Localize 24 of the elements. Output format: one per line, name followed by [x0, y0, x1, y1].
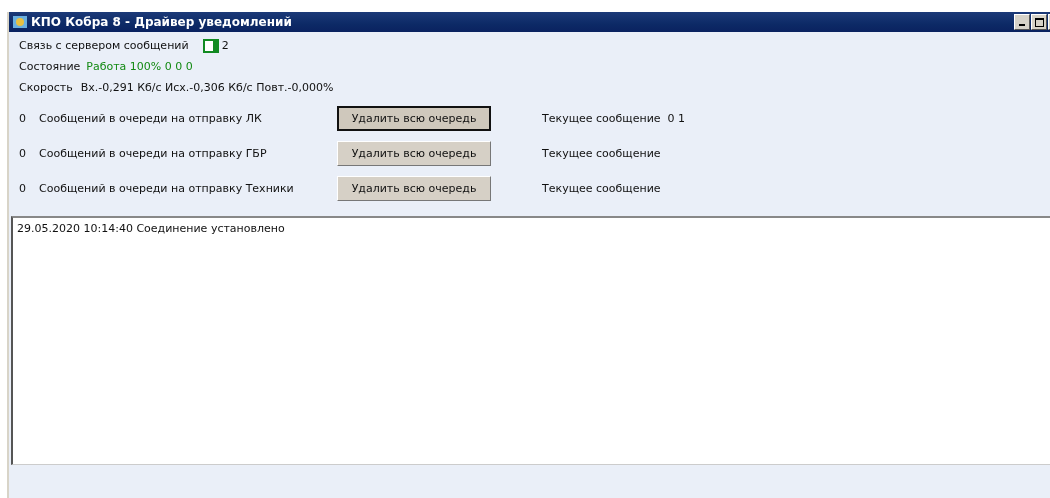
maximize-icon: [1034, 17, 1044, 27]
queue-label: Сообщений в очереди на отправку ЛК: [39, 112, 263, 125]
minimize-button[interactable]: [1014, 14, 1030, 30]
log-line: 29.05.2020 10:14:40 Соединение установлено: [17, 222, 286, 235]
speed-label: Скорость: [19, 81, 73, 94]
window-title: КПО Кобра 8 - Драйвер уведомлений: [31, 15, 293, 29]
state-value: Работа 100% 0 0 0: [86, 60, 193, 73]
clear-queue-button[interactable]: Удалить всю очередь: [337, 106, 491, 131]
queue-label: Сообщений в очереди на отправку ГБР: [39, 147, 268, 160]
maximize-button[interactable]: [1031, 14, 1047, 30]
speed-value: Вх.-0,291 Кб/с Исх.-0,306 Кб/с Повт.-0,000%: [80, 81, 334, 94]
connection-label: Связь с сервером сообщений: [19, 39, 189, 52]
connection-count: 2: [221, 39, 229, 52]
clear-queue-button[interactable]: Удалить всю очередь: [337, 141, 491, 166]
current-message-label: Текущее сообщение: [542, 147, 662, 160]
clear-queue-button[interactable]: Удалить всю очередь: [337, 176, 491, 201]
app-icon: [12, 14, 28, 30]
queue-label: Сообщений в очереди на отправку Техники: [39, 182, 295, 195]
state-label: Состояние: [19, 60, 81, 73]
queue-count: 0: [19, 112, 27, 125]
queue-count: 0: [19, 182, 27, 195]
current-message-label: Текущее сообщение 0 1: [542, 112, 687, 125]
queue-count: 0: [19, 147, 27, 160]
current-message-label: Текущее сообщение: [542, 182, 662, 195]
